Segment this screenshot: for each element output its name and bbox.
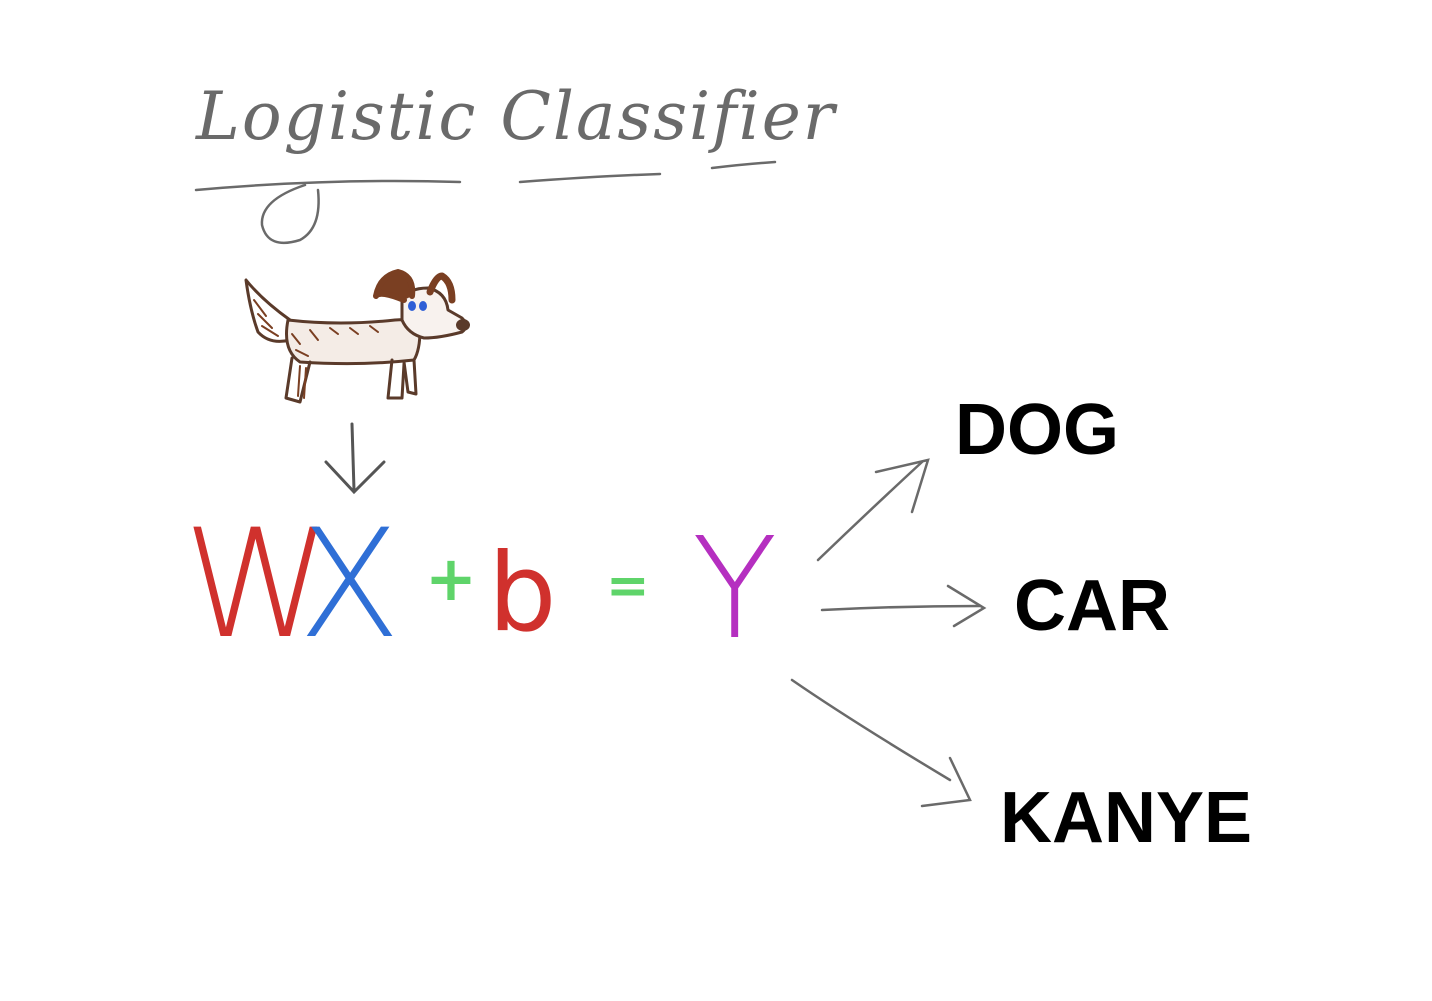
arrow-to-kanye	[790, 678, 952, 782]
equation-equals: =	[606, 556, 650, 616]
dog-drawing-icon	[244, 269, 470, 404]
equation-bias: b	[488, 531, 557, 656]
diagram-title: Logistic Classifier	[196, 78, 837, 155]
output-label-dog: DOG	[955, 390, 1120, 470]
title-underline	[194, 160, 777, 245]
output-arrows	[790, 458, 987, 808]
output-label-kanye: KANYE	[1000, 778, 1253, 858]
equation-input: X	[298, 498, 401, 672]
arrow-to-car	[820, 604, 982, 612]
equation-plus: +	[425, 542, 477, 615]
arrow-to-dog	[816, 460, 924, 562]
equation-output: Y	[692, 508, 778, 671]
down-arrow-icon	[324, 422, 386, 495]
output-label-car: CAR	[1014, 566, 1170, 646]
